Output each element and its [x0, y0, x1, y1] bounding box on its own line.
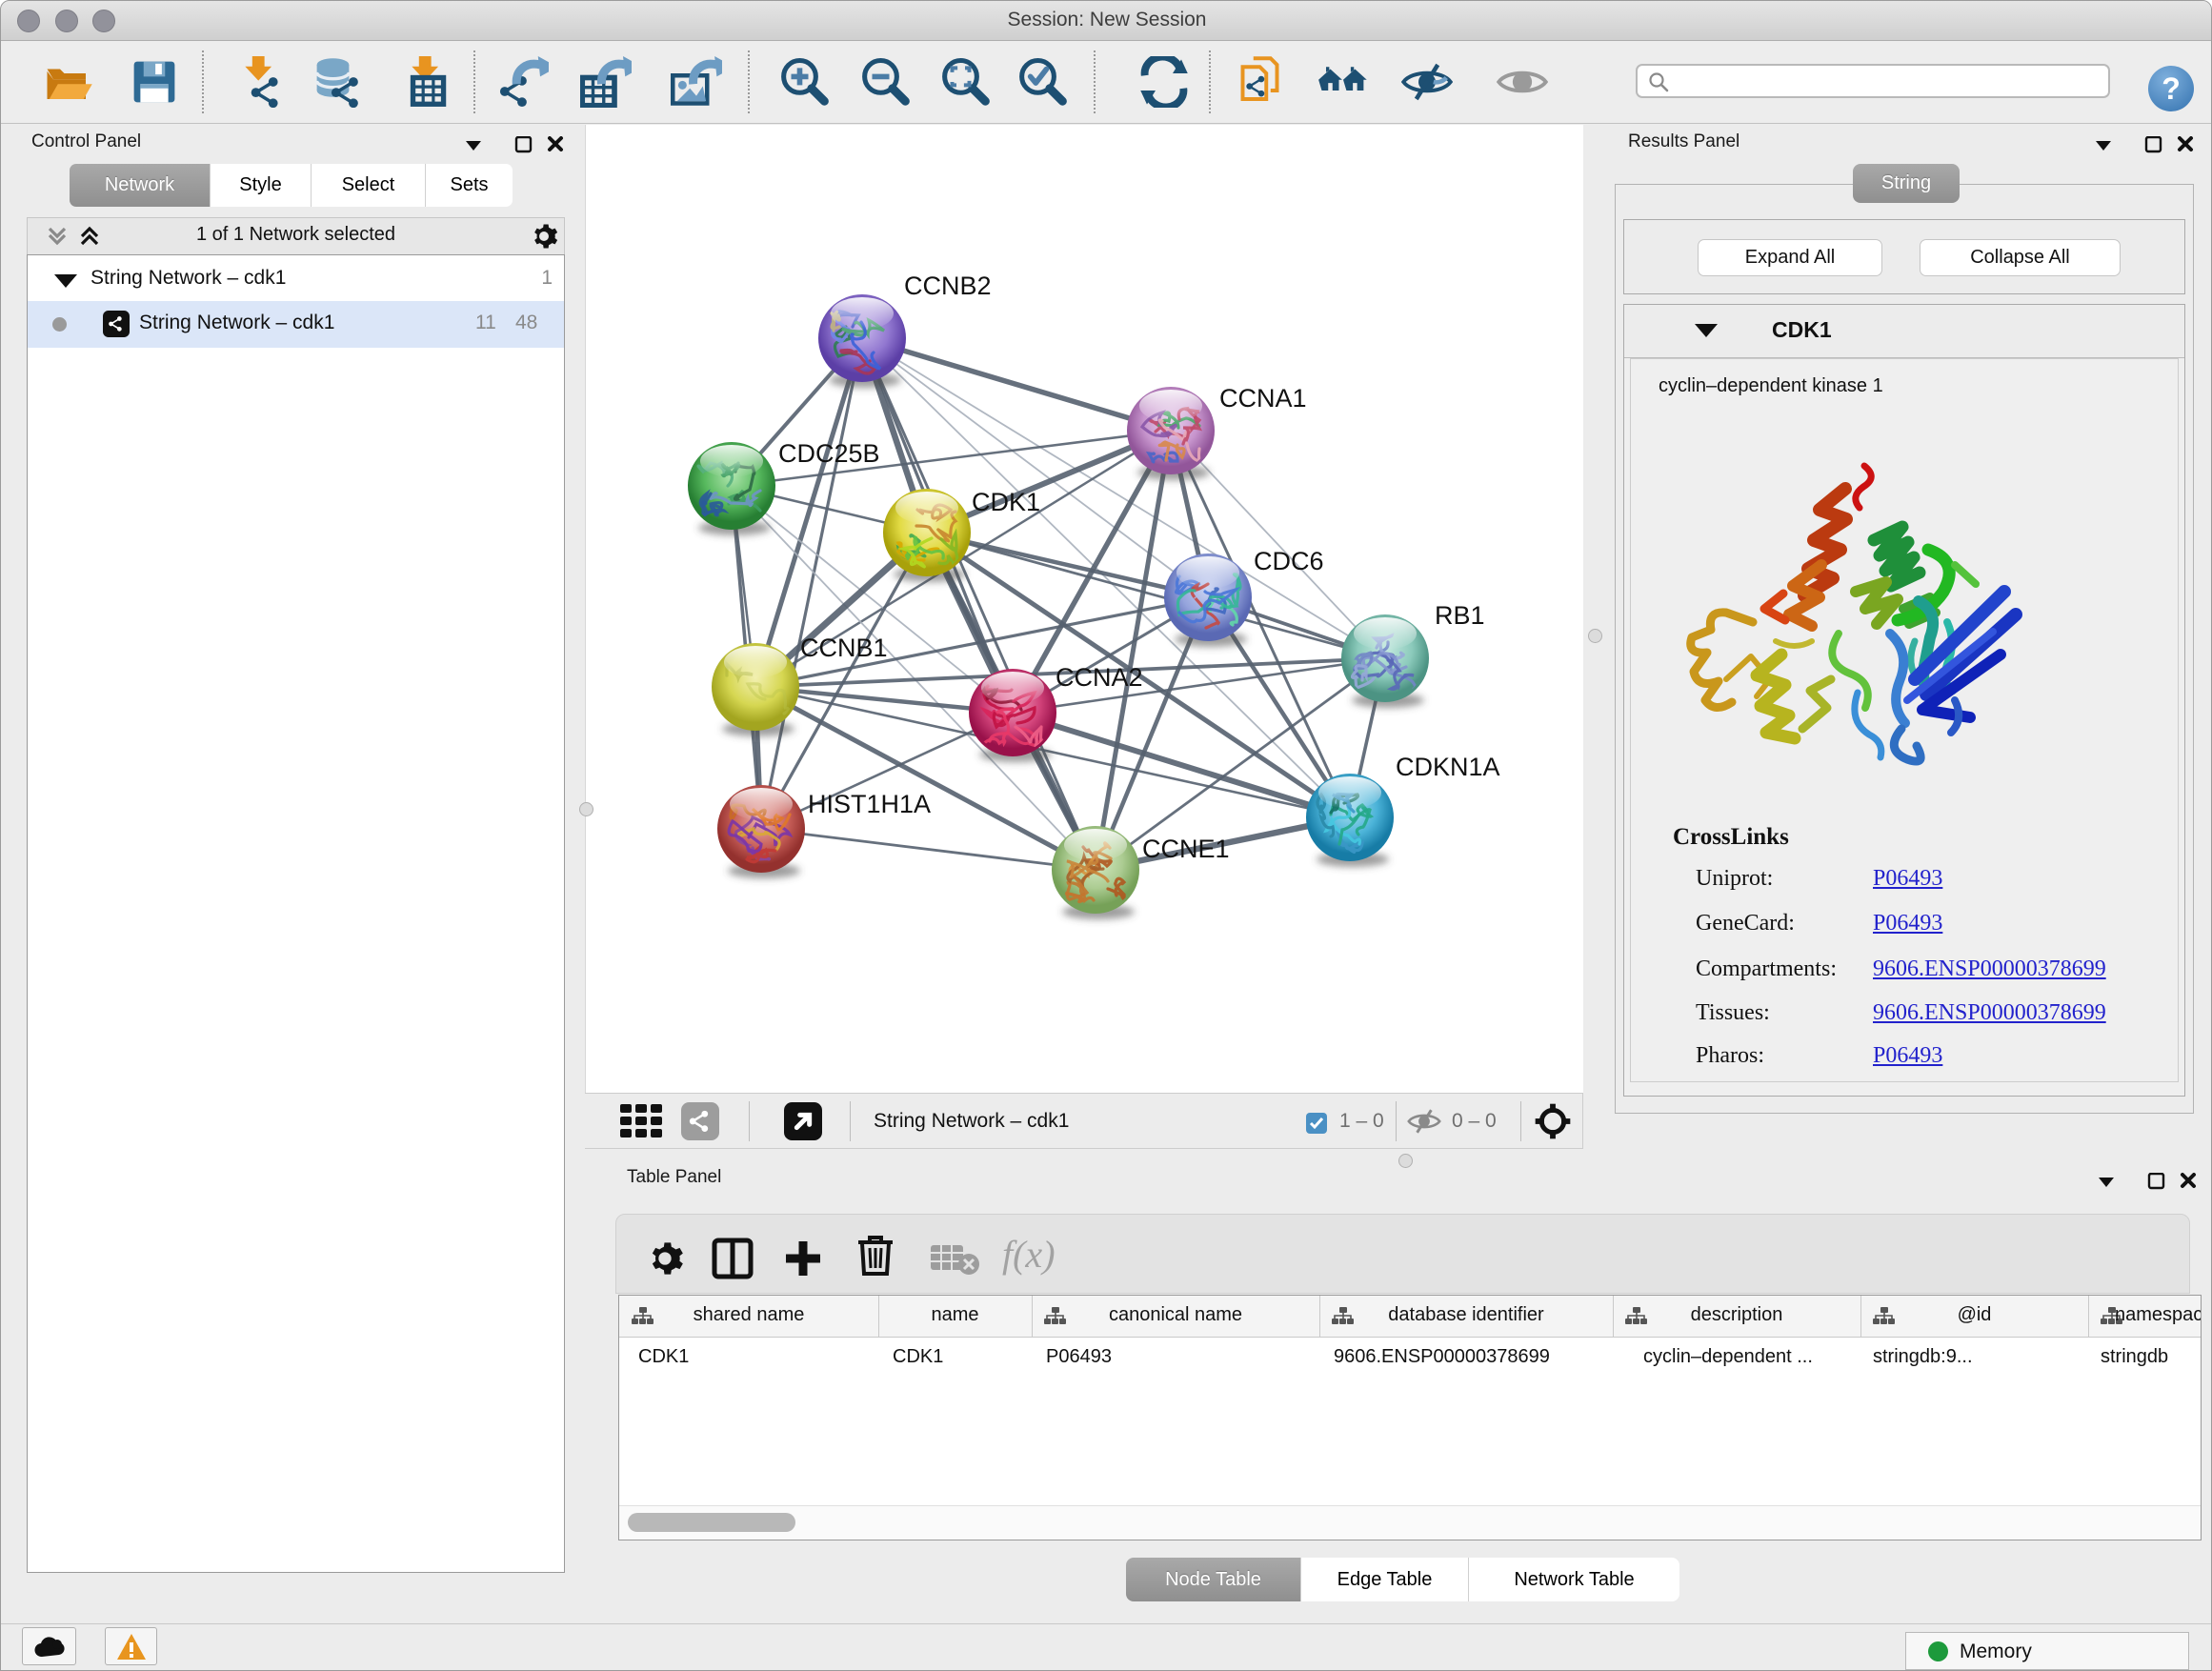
svg-text:CCNA2: CCNA2: [1056, 663, 1143, 692]
svg-text:CCNE1: CCNE1: [1142, 835, 1230, 863]
svg-text:CCNA1: CCNA1: [1219, 384, 1307, 413]
svg-text:HIST1H1A: HIST1H1A: [808, 790, 931, 818]
svg-text:?: ?: [2162, 71, 2181, 106]
svg-text:CDC25B: CDC25B: [778, 439, 880, 468]
svg-text:CDKN1A: CDKN1A: [1396, 753, 1500, 781]
svg-text:CCNB1: CCNB1: [800, 634, 888, 662]
svg-text:CDK1: CDK1: [972, 488, 1040, 516]
svg-text:CDC6: CDC6: [1254, 547, 1324, 575]
svg-text:CCNB2: CCNB2: [904, 272, 992, 300]
svg-text:RB1: RB1: [1435, 601, 1485, 630]
